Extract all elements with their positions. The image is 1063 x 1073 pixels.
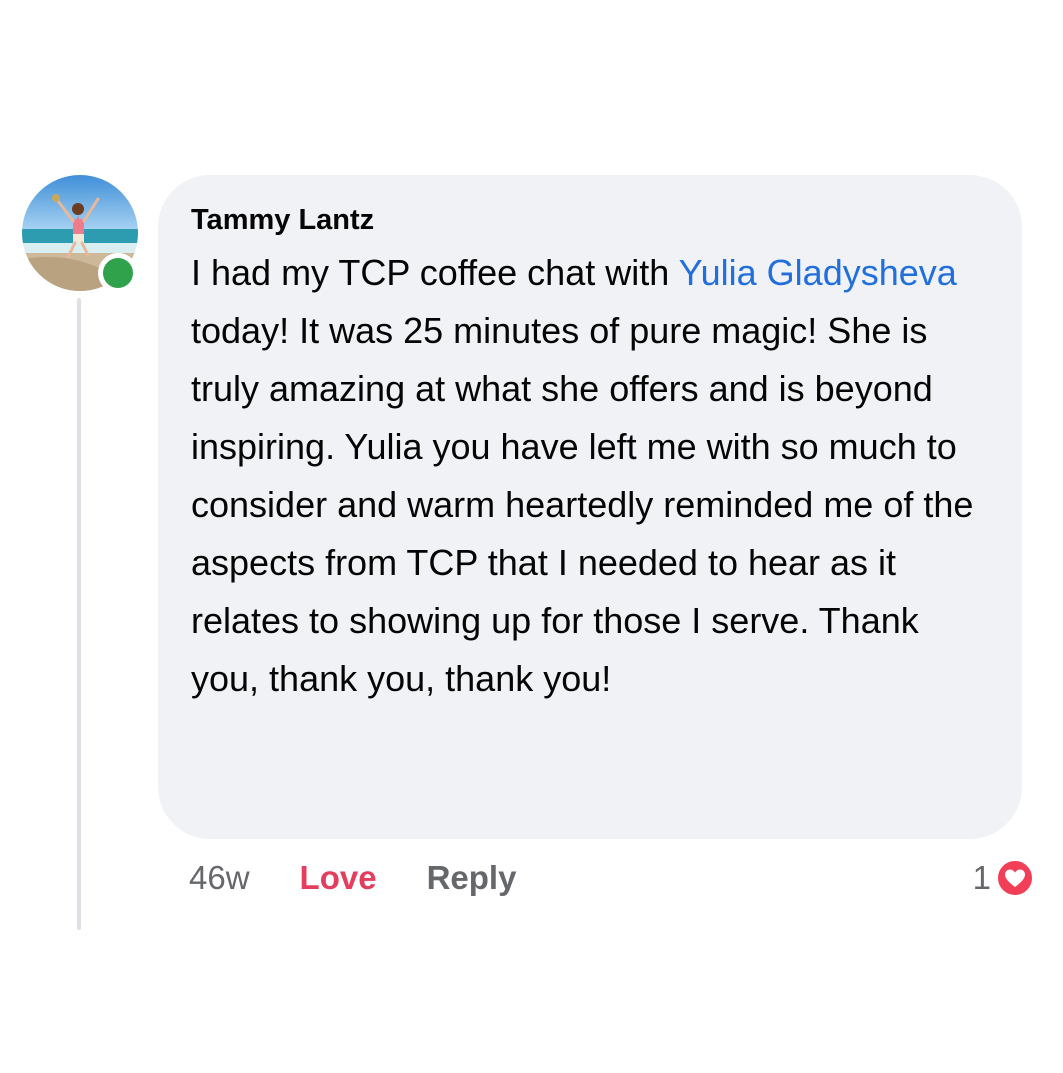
comment-author[interactable]: Tammy Lantz [191, 202, 992, 238]
comment-actions: 46w Love Reply [189, 853, 516, 903]
reaction-summary[interactable]: 1 [973, 853, 1035, 903]
reply-button[interactable]: Reply [427, 859, 517, 897]
comment-text-part: I had my TCP coffee chat with [191, 252, 679, 293]
comment-text: I had my TCP coffee chat with Yulia Glad… [191, 244, 992, 708]
comment-bubble: Tammy Lantz I had my TCP coffee chat wit… [158, 175, 1022, 839]
love-heart-icon [995, 858, 1035, 898]
online-status-dot [98, 253, 138, 293]
mention-link[interactable]: Yulia Gladysheva [679, 252, 957, 293]
love-button[interactable]: Love [300, 859, 377, 897]
reaction-count: 1 [972, 859, 991, 896]
comment-timestamp[interactable]: 46w [189, 859, 250, 897]
comment-text-part: today! It was 25 minutes of pure magic! … [191, 310, 974, 699]
thread-line [77, 298, 81, 930]
comment-thread: Tammy Lantz I had my TCP coffee chat wit… [0, 0, 1063, 1073]
